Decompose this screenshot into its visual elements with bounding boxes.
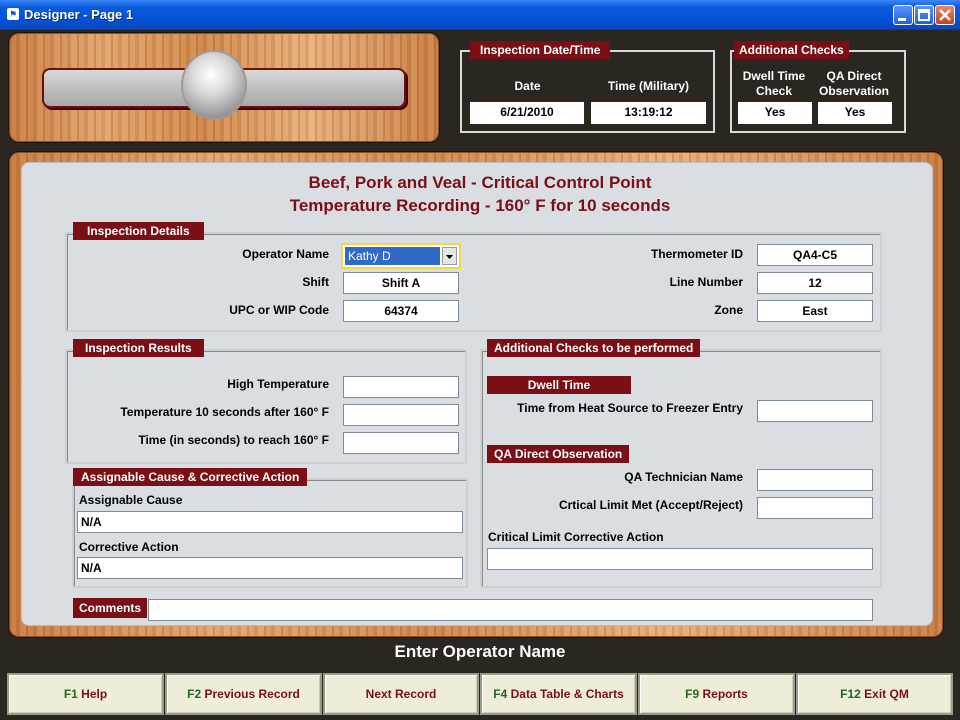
- temp-after-10s-label: Temperature 10 seconds after 160° F: [120, 405, 329, 419]
- inspection-results-heading: Inspection Results: [73, 339, 204, 357]
- operator-name-label: Operator Name: [242, 247, 329, 261]
- time-label: Time (Military): [607, 79, 690, 93]
- time-field[interactable]: 13:19:12: [590, 101, 707, 125]
- upc-wip-code-label: UPC or WIP Code: [229, 303, 329, 317]
- form-title-line-2: Temperature Recording - 160° F for 10 se…: [289, 196, 671, 215]
- upc-wip-code-field[interactable]: 64374: [343, 300, 459, 322]
- high-temperature-field[interactable]: [343, 376, 459, 398]
- previous-record-button-label: Previous Record: [204, 687, 300, 701]
- comments-label: Comments: [73, 598, 148, 618]
- data-table-charts-button[interactable]: F4 Data Table & Charts: [480, 673, 637, 715]
- line-number-field[interactable]: 12: [757, 272, 873, 294]
- status-message: Enter Operator Name: [394, 642, 566, 661]
- next-record-button-label: Next Record: [365, 687, 437, 701]
- line-number-label: Line Number: [669, 275, 743, 289]
- chevron-down-icon: [446, 255, 453, 259]
- thermometer-id-label: Thermometer ID: [650, 247, 743, 261]
- time-to-reach-field[interactable]: [343, 432, 459, 454]
- assignable-cause-heading: Assignable Cause & Corrective Action: [73, 468, 308, 486]
- qa-direct-observation-field[interactable]: Yes: [817, 101, 893, 125]
- qa-direct-observation-label-2: Observation: [818, 84, 890, 98]
- app-icon: ⚑: [7, 8, 19, 20]
- maximize-icon: [918, 9, 930, 21]
- operator-name-selected: Kathy D: [345, 247, 440, 265]
- dwell-time-heading: Dwell Time: [487, 376, 631, 394]
- qa-direct-observation-heading: QA Direct Observation: [487, 445, 630, 463]
- additional-checks-heading: Additional Checks: [734, 41, 849, 59]
- close-button[interactable]: [935, 5, 955, 25]
- critical-limit-met-field[interactable]: [757, 497, 873, 519]
- help-button[interactable]: F1 Help: [7, 673, 164, 715]
- previous-record-key: F2: [187, 687, 202, 701]
- inspection-details-heading: Inspection Details: [73, 222, 204, 240]
- form-title-line-1: Beef, Pork and Veal - Critical Control P…: [308, 173, 652, 192]
- qa-technician-name-field[interactable]: [757, 469, 873, 491]
- title-bar: ⚑ Designer - Page 1: [0, 0, 960, 30]
- heat-to-freezer-label: Time from Heat Source to Freezer Entry: [517, 401, 743, 415]
- exit-qm-button[interactable]: F12 Exit QM: [796, 673, 953, 715]
- dwell-time-check-label-2: Check: [755, 84, 793, 98]
- corrective-action-field[interactable]: N/A: [77, 557, 463, 579]
- inspection-datetime-heading: Inspection Date/Time: [470, 41, 611, 59]
- zone-field[interactable]: East: [757, 300, 873, 322]
- qa-technician-name-label: QA Technician Name: [624, 470, 743, 484]
- shift-label: Shift: [302, 275, 329, 289]
- data-table-charts-button-label: Data Table & Charts: [510, 687, 624, 701]
- dwell-time-check-field[interactable]: Yes: [737, 101, 813, 125]
- thermometer-id-field[interactable]: QA4-C5: [757, 244, 873, 266]
- window-title: Designer - Page 1: [24, 7, 134, 22]
- logo-emblem: [181, 50, 247, 120]
- exit-qm-button-label: Exit QM: [864, 687, 909, 701]
- operator-name-combo[interactable]: Kathy D: [341, 243, 461, 269]
- reports-button-label: Reports: [702, 687, 748, 701]
- additional-checks-performed-heading: Additional Checks to be performed: [487, 339, 701, 357]
- high-temperature-label: High Temperature: [227, 377, 329, 391]
- next-record-button[interactable]: Next Record: [323, 673, 479, 715]
- critical-limit-met-label: Crtical Limit Met (Accept/Reject): [558, 498, 743, 512]
- close-icon: [939, 9, 951, 21]
- reports-button[interactable]: F9 Reports: [638, 673, 795, 715]
- exit-qm-key: F12: [840, 687, 861, 701]
- qa-direct-observation-label-1: QA Direct: [826, 69, 882, 83]
- heat-to-freezer-field[interactable]: [757, 400, 873, 422]
- corrective-action-label: Corrective Action: [79, 540, 179, 554]
- critical-limit-corrective-action-label: Critical Limit Corrective Action: [488, 530, 664, 544]
- date-label: Date: [514, 79, 541, 93]
- assignable-cause-field[interactable]: N/A: [77, 511, 463, 533]
- help-key: F1: [63, 687, 78, 701]
- dwell-time-check-label-1: Dwell Time: [742, 69, 806, 83]
- date-field[interactable]: 6/21/2010: [469, 101, 585, 125]
- minimize-button[interactable]: [893, 5, 913, 25]
- maximize-button[interactable]: [914, 5, 934, 25]
- assignable-cause-label: Assignable Cause: [79, 493, 183, 507]
- help-button-label: Help: [81, 687, 108, 701]
- previous-record-button[interactable]: F2 Previous Record: [165, 673, 322, 715]
- reports-key: F9: [685, 687, 700, 701]
- minimize-icon: [898, 18, 906, 21]
- operator-dropdown-button[interactable]: [442, 247, 457, 265]
- data-table-charts-key: F4: [493, 687, 508, 701]
- critical-limit-corrective-action-field[interactable]: [487, 548, 873, 570]
- temp-after-10s-field[interactable]: [343, 404, 459, 426]
- zone-label: Zone: [714, 303, 743, 317]
- time-to-reach-label: Time (in seconds) to reach 160° F: [138, 433, 329, 447]
- shift-field[interactable]: Shift A: [343, 272, 459, 294]
- comments-field[interactable]: [148, 599, 873, 621]
